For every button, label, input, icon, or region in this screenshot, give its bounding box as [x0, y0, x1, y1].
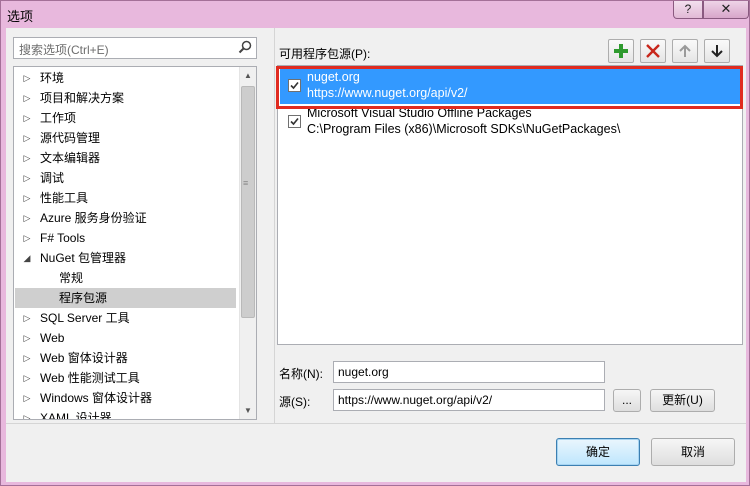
tree-item-label: 性能工具 [40, 191, 89, 205]
scroll-down-arrow-icon[interactable]: ▼ [240, 402, 256, 419]
tree-item[interactable]: 常规 [15, 268, 236, 288]
arrow-up-icon [679, 44, 691, 57]
panel-divider [274, 28, 275, 423]
tree-item-label: Web [40, 331, 65, 345]
tree-item-label: Windows 窗体设计器 [40, 391, 153, 405]
update-button[interactable]: 更新(U) [650, 389, 715, 412]
tree-item-label: 程序包源 [59, 291, 108, 305]
tree-item-label: 项目和解决方案 [40, 91, 125, 105]
tree-item[interactable]: ▷ Web [15, 328, 236, 348]
tree-item[interactable]: ▷ F# Tools [15, 228, 236, 248]
tree-item[interactable]: ◢ NuGet 包管理器 [15, 248, 236, 268]
tree-item-label: Azure 服务身份验证 [40, 211, 147, 225]
footer-divider [6, 423, 746, 424]
tree-item[interactable]: ▷ Azure 服务身份验证 [15, 208, 236, 228]
tree-item[interactable]: ▷ XAML 设计器 [15, 408, 236, 420]
expanded-arrow-icon[interactable]: ◢ [22, 248, 32, 268]
collapsed-arrow-icon[interactable]: ▷ [22, 308, 32, 328]
search-icon [238, 40, 252, 54]
tree-item-label: 调试 [40, 171, 65, 185]
scroll-up-arrow-icon[interactable]: ▲ [240, 67, 256, 84]
source-label: 源(S): [279, 395, 311, 409]
collapsed-arrow-icon[interactable]: ▷ [22, 388, 32, 408]
add-source-button[interactable] [608, 39, 634, 63]
dialog-client-area: 搜索选项(Ctrl+E) ▷ 环境 ▷ 项目和解决方案 ▷ 工作项 ▷ 源代码管理 ▷ 文本编辑器… [6, 28, 746, 482]
collapsed-arrow-icon[interactable]: ▷ [22, 328, 32, 348]
tree-item[interactable]: ▷ Web 性能测试工具 [15, 368, 236, 388]
source-url: C:\Program Files (x86)\Microsoft SDKs\Nu… [307, 122, 621, 136]
collapsed-arrow-icon[interactable]: ▷ [22, 88, 32, 108]
collapsed-arrow-icon[interactable]: ▷ [22, 168, 32, 188]
title-bar[interactable]: 选项 ? ✕ [1, 1, 749, 27]
help-button[interactable]: ? [673, 1, 703, 19]
tree-item-label: 常规 [59, 271, 84, 285]
move-up-button[interactable] [672, 39, 698, 63]
tree-item-label: 环境 [40, 71, 65, 85]
plus-icon [614, 44, 628, 58]
collapsed-arrow-icon[interactable]: ▷ [22, 408, 32, 419]
tree-item[interactable]: ▷ 性能工具 [15, 188, 236, 208]
scroll-grip-icon: ≡ [243, 178, 249, 188]
search-placeholder: 搜索选项(Ctrl+E) [19, 43, 109, 57]
source-checkbox[interactable] [288, 115, 301, 128]
tree-item-label: XAML 设计器 [40, 411, 112, 420]
window-title: 选项 [7, 9, 34, 24]
tree-item[interactable]: ▷ 源代码管理 [15, 128, 236, 148]
checkmark-icon [290, 117, 299, 126]
tree-item-label: F# Tools [40, 231, 86, 245]
scroll-thumb[interactable] [241, 86, 255, 318]
tree-item-label: 文本编辑器 [40, 151, 101, 165]
tree-item[interactable]: 程序包源 [15, 288, 236, 308]
tree-item-label: 源代码管理 [40, 131, 101, 145]
tree-item[interactable]: ▷ Windows 窗体设计器 [15, 388, 236, 408]
ok-button[interactable]: 确定 [556, 438, 640, 466]
options-tree[interactable]: ▷ 环境 ▷ 项目和解决方案 ▷ 工作项 ▷ 源代码管理 ▷ 文本编辑器 ▷ 调试 ▷ 性能工具 ▷ Azur… [13, 66, 257, 420]
collapsed-arrow-icon[interactable]: ▷ [22, 128, 32, 148]
tree-item-label: Web 性能测试工具 [40, 371, 140, 385]
collapsed-arrow-icon[interactable]: ▷ [22, 148, 32, 168]
collapsed-arrow-icon[interactable]: ▷ [22, 348, 32, 368]
tree-item-label: 工作项 [40, 111, 77, 125]
search-options-input[interactable]: 搜索选项(Ctrl+E) [13, 37, 257, 59]
collapsed-arrow-icon[interactable]: ▷ [22, 108, 32, 128]
highlight-annotation-box [276, 66, 743, 109]
tree-item[interactable]: ▷ 环境 [15, 68, 236, 88]
tree-item[interactable]: ▷ SQL Server 工具 [15, 308, 236, 328]
collapsed-arrow-icon[interactable]: ▷ [22, 188, 32, 208]
tree-item[interactable]: ▷ 调试 [15, 168, 236, 188]
tree-scrollbar[interactable]: ▲ ≡ ▼ [239, 67, 256, 419]
available-sources-label: 可用程序包源(P): [279, 47, 371, 61]
tree-item[interactable]: ▷ 项目和解决方案 [15, 88, 236, 108]
name-label: 名称(N): [279, 367, 323, 381]
collapsed-arrow-icon[interactable]: ▷ [22, 68, 32, 88]
collapsed-arrow-icon[interactable]: ▷ [22, 368, 32, 388]
close-button[interactable]: ✕ [703, 1, 749, 19]
tree-item-label: Web 窗体设计器 [40, 351, 128, 365]
browse-button[interactable]: ... [613, 389, 641, 412]
remove-source-button[interactable] [640, 39, 666, 63]
tree-item[interactable]: ▷ 文本编辑器 [15, 148, 236, 168]
tree-item-label: NuGet 包管理器 [40, 251, 127, 265]
collapsed-arrow-icon[interactable]: ▷ [22, 208, 32, 228]
tree-item[interactable]: ▷ Web 窗体设计器 [15, 348, 236, 368]
options-dialog: 选项 ? ✕ 搜索选项(Ctrl+E) ▷ 环境 ▷ 项目和解决方案 ▷ 工作项 ▷ 源代码管… [0, 0, 750, 486]
source-field[interactable]: https://www.nuget.org/api/v2/ [333, 389, 605, 411]
move-down-button[interactable] [704, 39, 730, 63]
x-icon [646, 44, 660, 58]
name-field[interactable]: nuget.org [333, 361, 605, 383]
tree-item[interactable]: ▷ 工作项 [15, 108, 236, 128]
tree-item-label: SQL Server 工具 [40, 311, 130, 325]
cancel-button[interactable]: 取消 [651, 438, 735, 466]
collapsed-arrow-icon[interactable]: ▷ [22, 228, 32, 248]
source-item-offline[interactable]: Microsoft Visual Studio Offline Packages… [280, 104, 740, 140]
arrow-down-icon [711, 45, 723, 58]
